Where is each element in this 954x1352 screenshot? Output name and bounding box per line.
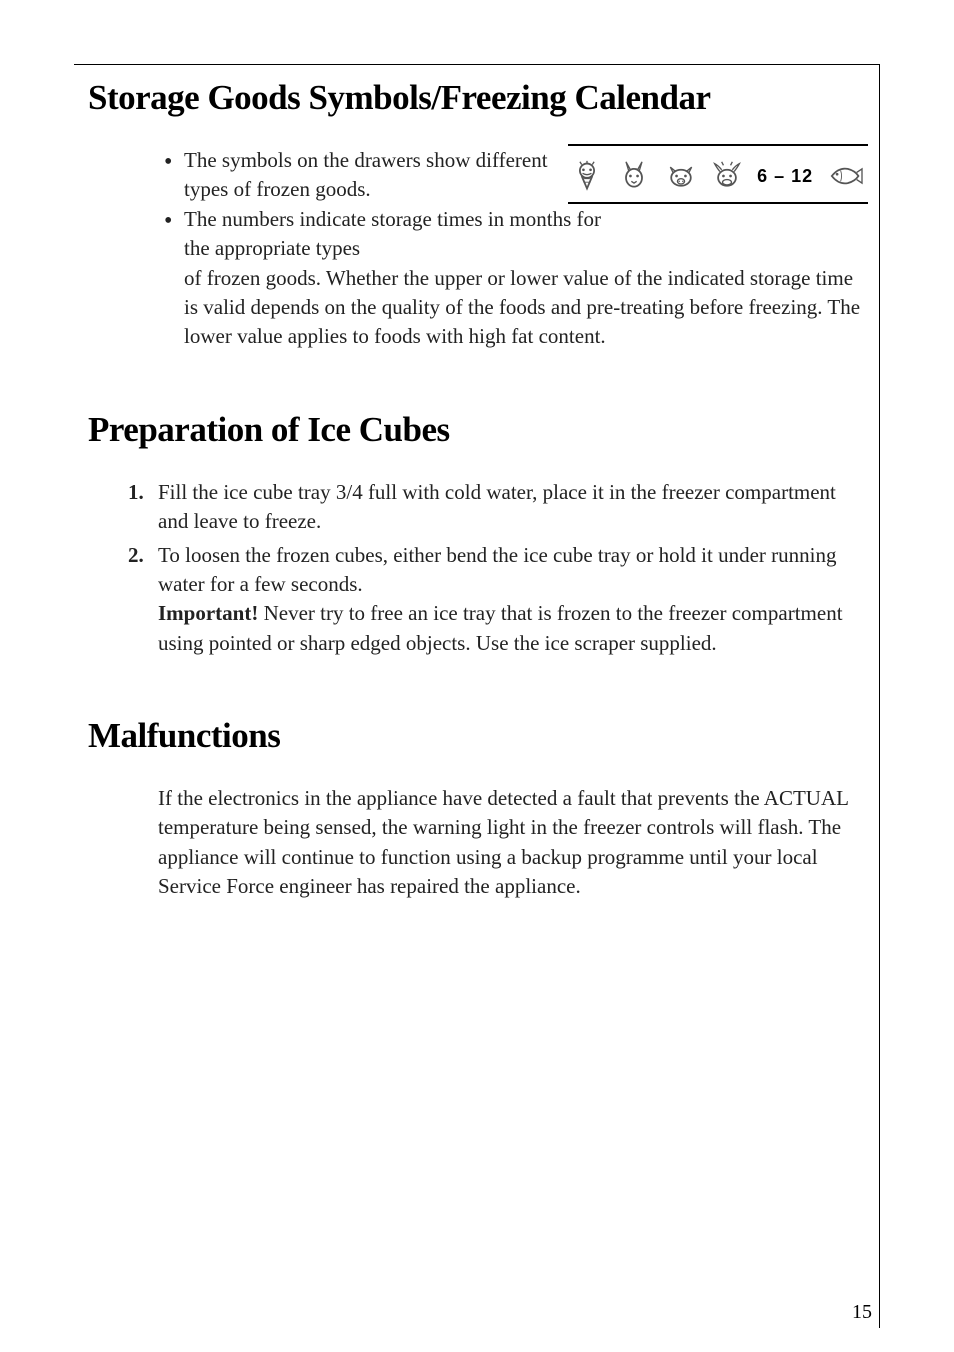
step-number: 2. xyxy=(128,541,144,570)
step-text: To loosen the frozen cubes, either bend … xyxy=(158,543,836,596)
rabbit-icon xyxy=(617,160,651,192)
section-storage-goods: Storage Goods Symbols/Freezing Calendar xyxy=(88,78,866,352)
section-ice-cubes: Preparation of Ice Cubes 1. Fill the ice… xyxy=(88,410,866,658)
list-item: The numbers indicate storage times in mo… xyxy=(164,205,866,264)
symbols-row: 6 – 12 xyxy=(568,160,868,192)
list-item: The symbols on the drawers show differen… xyxy=(164,146,584,205)
page-content: Storage Goods Symbols/Freezing Calendar xyxy=(88,78,866,960)
page-number: 15 xyxy=(852,1301,872,1324)
bullet-continuation: of frozen goods. Whether the upper or lo… xyxy=(164,264,866,352)
malfunctions-paragraph: If the electronics in the appliance have… xyxy=(158,784,866,902)
heading-storage-goods: Storage Goods Symbols/Freezing Calendar xyxy=(88,78,866,118)
heading-ice-cubes: Preparation of Ice Cubes xyxy=(88,410,866,450)
section-malfunctions: Malfunctions If the electronics in the a… xyxy=(88,716,866,902)
panel-bottom-rule xyxy=(568,202,868,204)
pig-icon xyxy=(664,160,698,192)
important-label: Important! xyxy=(158,601,258,625)
bullet-text-line1: The numbers indicate storage times in mo… xyxy=(184,205,604,264)
important-text: Never try to free an ice tray that is fr… xyxy=(158,601,843,654)
ice-cubes-steps: 1. Fill the ice cube tray 3/4 full with … xyxy=(128,478,866,658)
bullet-text: The symbols on the drawers show differen… xyxy=(184,148,548,201)
list-item: 2. To loosen the frozen cubes, either be… xyxy=(128,541,866,659)
storage-months-label: 6 – 12 xyxy=(757,166,813,187)
step-text: Fill the ice cube tray 3/4 full with col… xyxy=(158,480,836,533)
freezing-symbols-panel: 6 – 12 xyxy=(568,144,868,204)
list-item: 1. Fill the ice cube tray 3/4 full with … xyxy=(128,478,866,537)
panel-top-rule xyxy=(568,144,868,146)
heading-malfunctions: Malfunctions xyxy=(88,716,866,756)
cow-icon xyxy=(710,160,744,192)
fish-icon xyxy=(826,160,866,192)
step-number: 1. xyxy=(128,478,144,507)
